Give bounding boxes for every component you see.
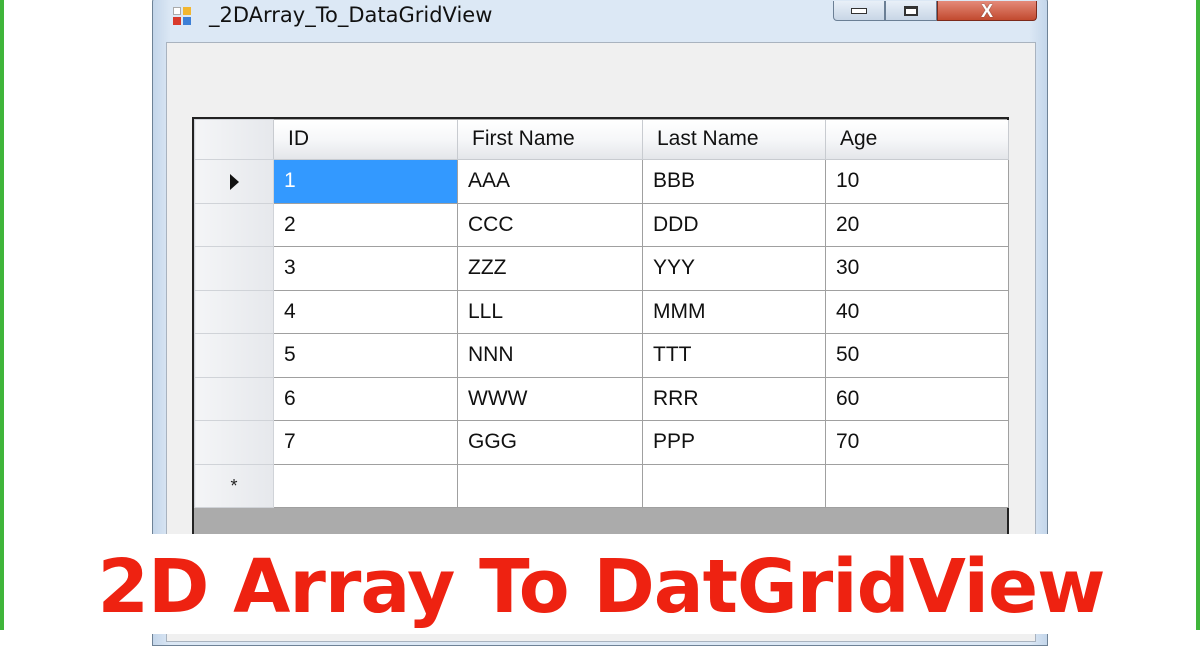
cell-age[interactable]: 40	[825, 289, 1009, 334]
cell-last-name[interactable]: TTT	[642, 333, 826, 378]
cell-id[interactable]: 2	[273, 202, 458, 247]
banner-title: 2D Array To DatGridView	[97, 544, 1105, 630]
maximize-icon	[904, 5, 918, 16]
row-header[interactable]	[194, 202, 274, 247]
minimize-button[interactable]	[833, 1, 885, 21]
top-left-header-cell[interactable]	[194, 119, 274, 160]
cell-first-name[interactable]: GGG	[457, 420, 643, 465]
cell-last-name[interactable]: BBB	[642, 159, 826, 204]
cell-last-name[interactable]: RRR	[642, 376, 826, 421]
cell-last-name[interactable]: PPP	[642, 420, 826, 465]
table-row[interactable]: 7 GGG PPP 70	[194, 420, 1009, 465]
winforms-app-icon[interactable]	[173, 7, 193, 27]
cell-age[interactable]: 10	[825, 159, 1009, 204]
cell-age[interactable]: 30	[825, 246, 1009, 291]
row-header[interactable]	[194, 333, 274, 378]
row-header[interactable]: *	[194, 463, 274, 508]
row-header[interactable]	[194, 246, 274, 291]
cell-last-name[interactable]: MMM	[642, 289, 826, 334]
table-row[interactable]: 1 AAA BBB 10	[194, 159, 1009, 204]
cell-id[interactable]: 1	[273, 159, 458, 204]
column-header-last-name[interactable]: Last Name	[642, 119, 826, 160]
cell-first-name[interactable]: NNN	[457, 333, 643, 378]
table-row[interactable]: 2 CCC DDD 20	[194, 202, 1009, 247]
row-header[interactable]	[194, 376, 274, 421]
cell-first-name[interactable]: ZZZ	[457, 246, 643, 291]
minimize-icon	[851, 7, 867, 14]
cell-age[interactable]: 60	[825, 376, 1009, 421]
cell-age[interactable]	[825, 463, 1009, 508]
column-header-id[interactable]: ID	[273, 119, 458, 160]
cell-id[interactable]	[273, 463, 458, 508]
maximize-button[interactable]	[885, 1, 937, 21]
cell-age[interactable]: 20	[825, 202, 1009, 247]
table-row[interactable]: 6 WWW RRR 60	[194, 376, 1009, 421]
cell-age[interactable]: 50	[825, 333, 1009, 378]
window-title: _2DArray_To_DataGridView	[209, 3, 493, 27]
column-header-age[interactable]: Age	[825, 119, 1009, 160]
new-row-star-icon: *	[230, 475, 238, 496]
cell-id[interactable]: 3	[273, 246, 458, 291]
new-row[interactable]: *	[194, 463, 1009, 508]
table-row[interactable]: 3 ZZZ YYY 30	[194, 246, 1009, 291]
cell-first-name[interactable]	[457, 463, 643, 508]
cell-id[interactable]: 5	[273, 333, 458, 378]
cell-last-name[interactable]: DDD	[642, 202, 826, 247]
cell-first-name[interactable]: CCC	[457, 202, 643, 247]
row-pointer-arrow-icon	[229, 173, 239, 190]
table-row[interactable]: 4 LLL MMM 40	[194, 289, 1009, 334]
title-banner: 2D Array To DatGridView	[40, 534, 1162, 634]
cell-first-name[interactable]: AAA	[457, 159, 643, 204]
right-border-stripe	[1196, 0, 1200, 630]
close-button[interactable]: X	[937, 1, 1037, 21]
row-header[interactable]	[194, 159, 274, 204]
cell-id[interactable]: 4	[273, 289, 458, 334]
cell-first-name[interactable]: WWW	[457, 376, 643, 421]
table-row[interactable]: 5 NNN TTT 50	[194, 333, 1009, 378]
cell-age[interactable]: 70	[825, 420, 1009, 465]
title-bar[interactable]: _2DArray_To_DataGridView X	[153, 0, 1047, 41]
cell-first-name[interactable]: LLL	[457, 289, 643, 334]
row-header[interactable]	[194, 289, 274, 334]
cell-id[interactable]: 6	[273, 376, 458, 421]
column-header-row: ID First Name Last Name Age	[194, 119, 1009, 160]
close-icon: X	[980, 0, 993, 21]
left-border-stripe	[0, 0, 4, 630]
grid-table: ID First Name Last Name Age 1 AAA BBB 10…	[194, 119, 1009, 508]
row-header[interactable]	[194, 420, 274, 465]
cell-id[interactable]: 7	[273, 420, 458, 465]
column-header-first-name[interactable]: First Name	[457, 119, 643, 160]
cell-last-name[interactable]: YYY	[642, 246, 826, 291]
cell-last-name[interactable]	[642, 463, 826, 508]
data-grid-view[interactable]: ID First Name Last Name Age 1 AAA BBB 10…	[192, 117, 1009, 542]
